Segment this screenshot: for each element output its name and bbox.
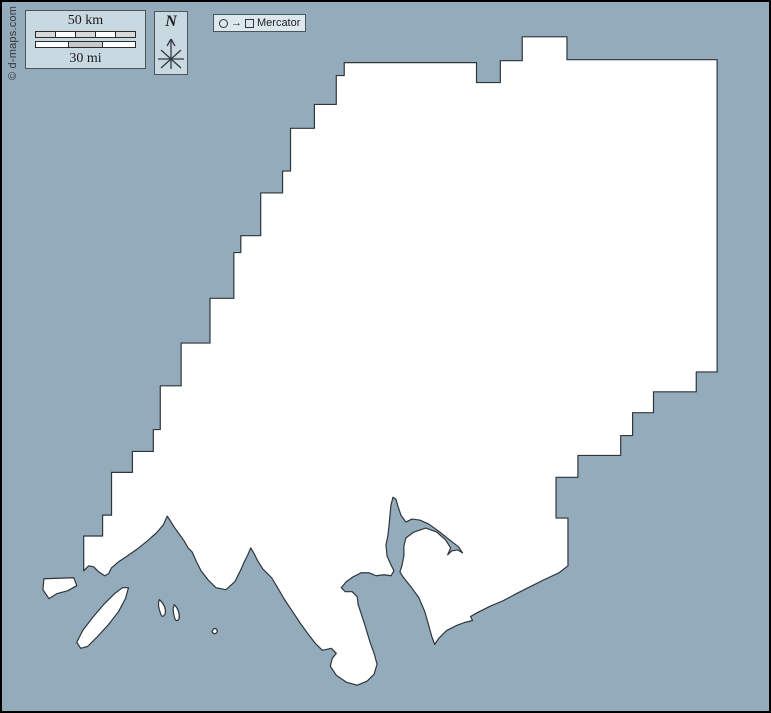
scale-segment [76, 32, 96, 37]
island-shape [43, 578, 77, 599]
islet-shape [173, 605, 179, 621]
scale-segment [36, 32, 56, 37]
scale-segment [116, 32, 135, 37]
north-label: N [155, 13, 187, 31]
compass-rose: N [154, 11, 188, 75]
arrow-right-icon: → [231, 19, 242, 28]
map-canvas: 50 km 30 mi N → Mercator © d-maps.com [0, 0, 771, 713]
scale-bar-km [35, 31, 136, 38]
county-land-shape [84, 37, 717, 685]
island-shape [77, 588, 129, 649]
scale-segment [36, 42, 69, 47]
scale-segment [69, 42, 102, 47]
scale-segment [56, 32, 76, 37]
scale-segment [96, 32, 116, 37]
scale-legend: 50 km 30 mi [25, 10, 146, 69]
square-icon [245, 19, 254, 28]
scale-mi-label: 30 mi [26, 51, 145, 66]
islet-shape [158, 600, 165, 617]
scale-bar-mi [35, 41, 136, 48]
copyright-text: © d-maps.com [7, 6, 19, 80]
compass-star-icon [156, 31, 186, 71]
projection-chip: → Mercator [213, 14, 306, 32]
projection-label: Mercator [257, 17, 300, 29]
outline-map-svg [2, 2, 769, 711]
circle-icon [219, 19, 228, 28]
scale-segment [103, 42, 135, 47]
islet-shape [212, 628, 217, 633]
scale-km-label: 50 km [26, 13, 145, 28]
